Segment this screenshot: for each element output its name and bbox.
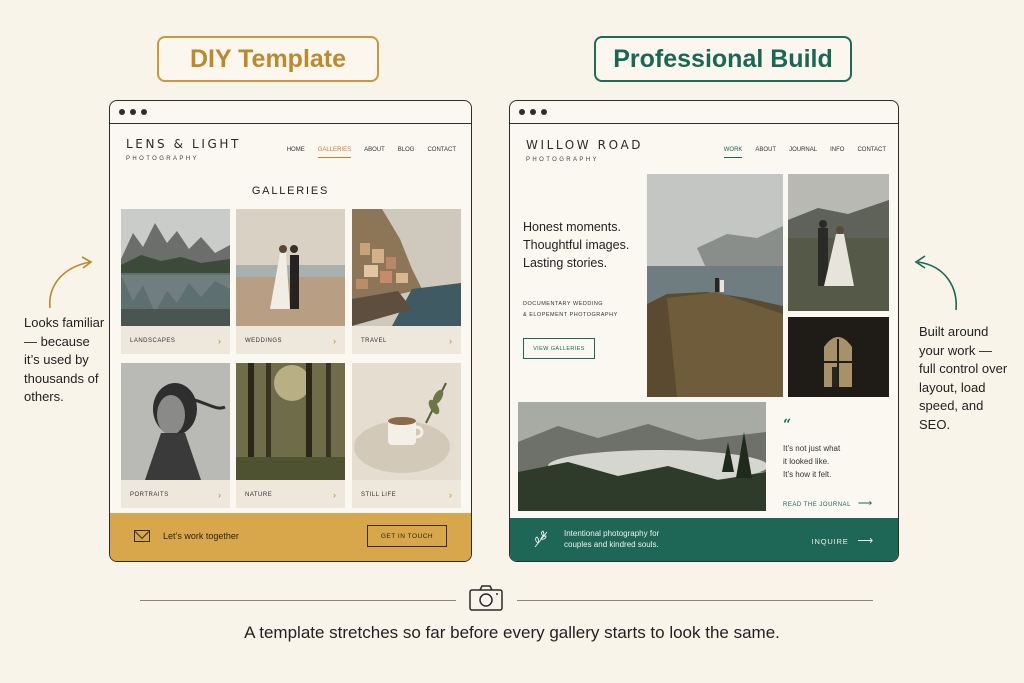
brand-subtitle: PHOTOGRAPHY (126, 156, 199, 162)
diy-browser-window: LENS & LIGHT PHOTOGRAPHY HOME GALLERIES … (109, 100, 472, 562)
diy-logo[interactable]: LENS & LIGHT PHOTOGRAPHY (126, 137, 241, 162)
right-curved-arrow-icon (914, 255, 957, 311)
gallery-card-travel[interactable]: TRAVEL › (352, 209, 461, 354)
misty-valley-photo[interactable] (518, 402, 766, 511)
view-galleries-button[interactable]: VIEW GALLERIES (523, 338, 595, 359)
window-silhouette-photo[interactable] (788, 317, 889, 397)
nav-blog[interactable]: BLOG (398, 147, 415, 158)
camera-icon (469, 585, 503, 611)
gallery-card-weddings[interactable]: WEDDINGS › (236, 209, 345, 354)
window-dot-icon (141, 109, 147, 115)
brand-name: LENS & LIGHT (126, 137, 241, 151)
quote-line-1: It’s not just what (783, 444, 841, 453)
card-label: PORTRAITS (130, 492, 169, 498)
portrait-photo (121, 363, 230, 480)
nav-galleries[interactable]: GALLERIES (317, 147, 352, 158)
card-label: WEDDINGS (245, 338, 282, 344)
brand-name: WILLOW ROAD (526, 138, 644, 152)
quote-line-2: it looked like. (783, 457, 830, 466)
chevron-right-icon: › (218, 336, 221, 346)
window-dot-icon (519, 109, 525, 115)
footer-tagline-line-2: couples and kindred souls. (564, 540, 659, 549)
inquire-link[interactable]: INQUIRE ⟶ (812, 534, 874, 547)
card-label: TRAVEL (361, 338, 387, 344)
pro-logo[interactable]: WILLOW ROAD PHOTOGRAPHY (526, 138, 643, 163)
nav-about[interactable]: ABOUT (364, 147, 385, 158)
diy-nav: HOME GALLERIES ABOUT BLOG CONTACT (287, 147, 456, 158)
diy-template-label: DIY Template (157, 36, 379, 82)
window-dot-icon (541, 109, 547, 115)
footer-cta-text: Let’s work together (163, 531, 239, 541)
footer-tagline-line-1: Intentional photography for (564, 529, 660, 538)
quote-line-3: It’s how it felt. (783, 470, 832, 479)
card-label: STILL LIFE (361, 492, 397, 498)
leaf-branch-icon (534, 530, 548, 548)
window-dot-icon (130, 109, 136, 115)
nav-about[interactable]: ABOUT (755, 147, 776, 158)
still-life-photo (352, 363, 461, 480)
quote-mark-icon: “ (783, 417, 792, 433)
landscape-photo (121, 209, 230, 326)
chevron-right-icon: › (218, 490, 221, 500)
hero-line-3: Lasting stories. (523, 256, 608, 270)
chevron-right-icon: › (333, 336, 336, 346)
wedding-photo (236, 209, 345, 326)
card-label: NATURE (245, 492, 273, 498)
diy-footer-bar: Let’s work together GET IN TOUCH (110, 513, 471, 561)
window-dot-icon (119, 109, 125, 115)
bottom-caption: A template stretches so far before every… (244, 623, 780, 642)
divider-right (517, 600, 873, 601)
galleries-heading: GALLERIES (251, 185, 330, 197)
cliff-couple-photo[interactable] (647, 174, 783, 397)
mail-icon (134, 530, 150, 542)
nav-work[interactable]: WORK (723, 147, 743, 158)
subtitle-line-1: DOCUMENTARY WEDDING (523, 301, 604, 307)
read-journal-link[interactable]: READ THE JOURNAL ⟶ (783, 498, 873, 509)
read-journal-label: READ THE JOURNAL (783, 502, 851, 508)
pro-nav: WORK ABOUT JOURNAL INFO CONTACT (723, 147, 886, 158)
pro-browser-window: WILLOW ROAD PHOTOGRAPHY WORK ABOUT JOURN… (509, 100, 899, 562)
gallery-card-landscapes[interactable]: LANDSCAPES › (121, 209, 230, 354)
gallery-card-still-life[interactable]: STILL LIFE › (352, 363, 461, 508)
nav-contact[interactable]: CONTACT (857, 147, 886, 158)
nav-home[interactable]: HOME (287, 147, 305, 158)
nav-journal[interactable]: JOURNAL (789, 147, 817, 158)
professional-build-label: Professional Build (594, 36, 852, 82)
get-in-touch-button[interactable]: GET IN TOUCH (367, 525, 447, 547)
chevron-right-icon: › (333, 490, 336, 500)
brand-subtitle: PHOTOGRAPHY (526, 157, 599, 163)
nav-info[interactable]: INFO (830, 147, 844, 158)
window-dot-icon (530, 109, 536, 115)
pro-annotation: Built around your work — full control ov… (919, 324, 1008, 432)
browser-chrome (110, 101, 471, 124)
nav-contact[interactable]: CONTACT (427, 147, 456, 158)
card-label: LANDSCAPES (130, 338, 176, 344)
footer-tagline: Intentional photography for couples and … (564, 528, 659, 550)
chevron-right-icon: › (449, 490, 452, 500)
gallery-card-portraits[interactable]: PORTRAITS › (121, 363, 230, 508)
gallery-card-nature[interactable]: NATURE › (236, 363, 345, 508)
travel-photo (352, 209, 461, 326)
inquire-label: INQUIRE (811, 537, 849, 546)
arrow-right-icon: ⟶ (857, 535, 874, 547)
pro-footer-bar: Intentional photography for couples and … (510, 518, 898, 561)
diy-annotation: Looks familiar — because it’s used by th… (24, 315, 105, 404)
chevron-right-icon: › (449, 336, 452, 346)
nature-photo (236, 363, 345, 480)
arrow-right-icon: ⟶ (857, 498, 873, 509)
subtitle-line-2: & ELOPEMENT PHOTOGRAPHY (523, 312, 618, 318)
browser-chrome (510, 101, 898, 124)
field-couple-photo[interactable] (788, 174, 889, 311)
hero-line-2: Thoughtful images. (523, 238, 630, 252)
left-curved-arrow-icon (49, 256, 93, 309)
divider-left (140, 600, 456, 601)
hero-line-1: Honest moments. (523, 220, 621, 234)
